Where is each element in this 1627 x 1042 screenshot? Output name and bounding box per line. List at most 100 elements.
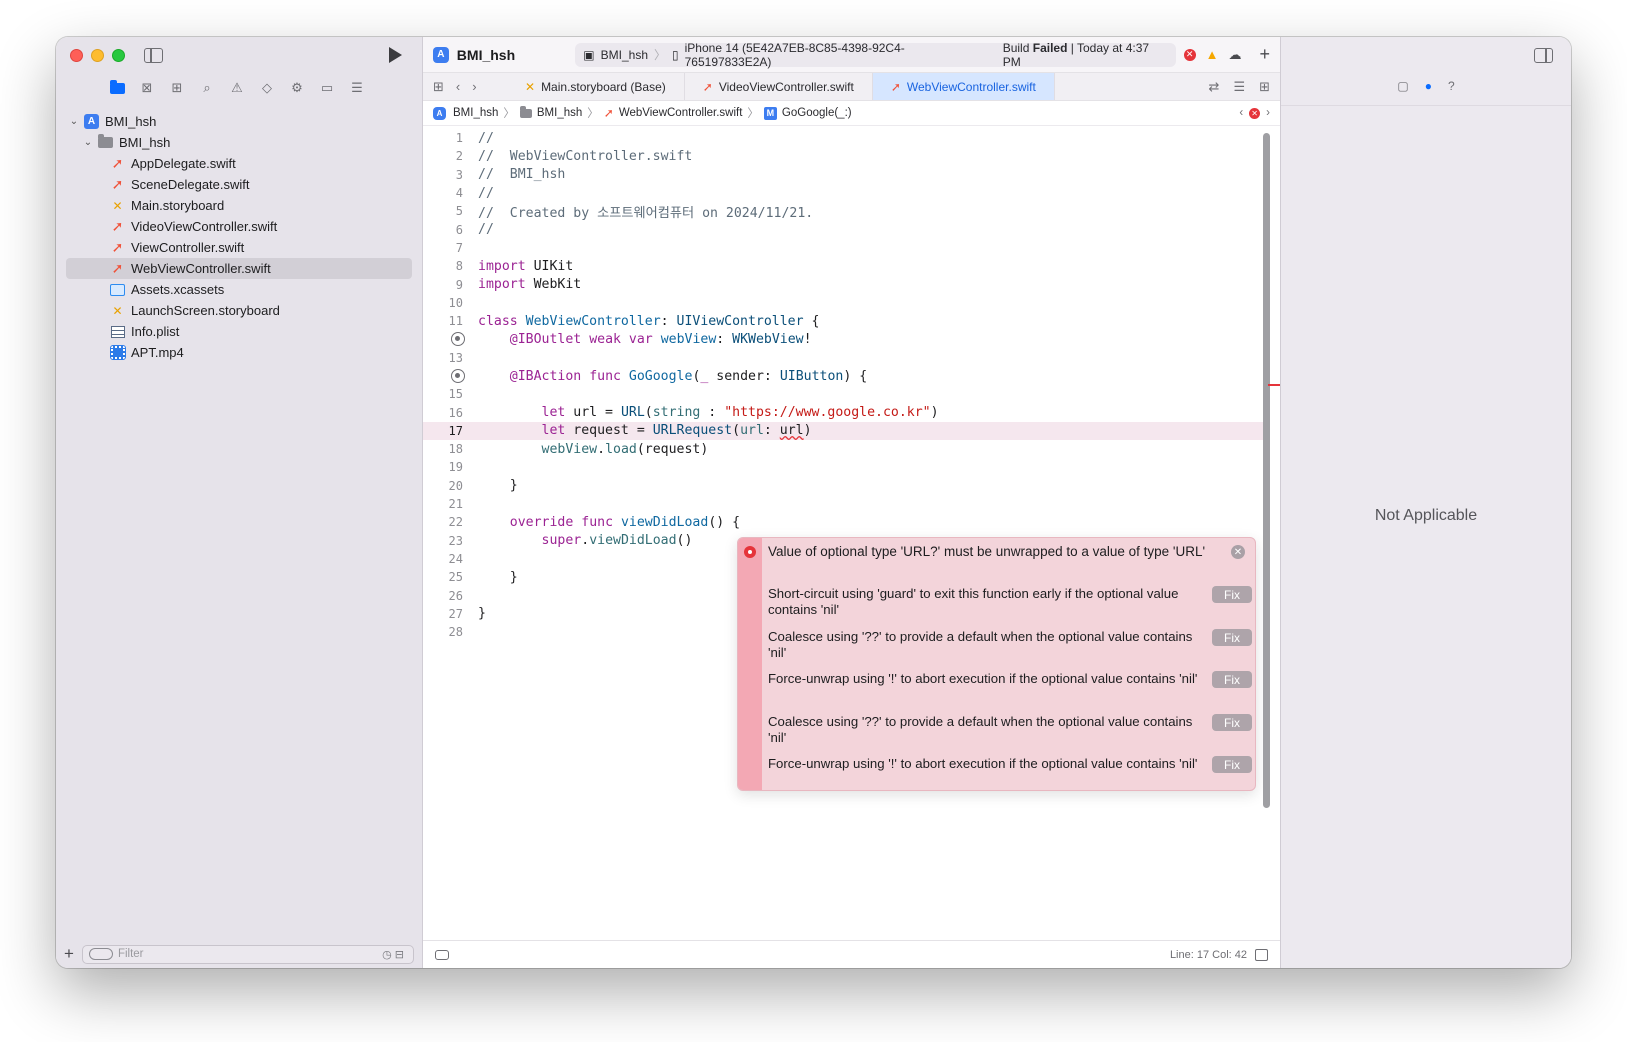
error-count-icon[interactable]: ✕	[1183, 48, 1196, 61]
tree-item-viewcontroller[interactable]: ➚ ViewController.swift	[56, 237, 422, 258]
report-navigator-icon[interactable]: ☰	[348, 79, 366, 97]
warning-icon[interactable]: ▲	[1206, 47, 1219, 62]
scheme-selector[interactable]: ▣ BMI_hsh 〉 ▯ iPhone 14 (5E42A7EB-8C85-4…	[575, 41, 1176, 69]
breadcrumb-project[interactable]: BMI_hsh	[453, 107, 498, 119]
tree-item-group[interactable]: ⌄ BMI_hsh	[56, 132, 422, 153]
source-control-navigator-icon[interactable]: ⊠	[138, 79, 156, 97]
code-line: 20 }	[448, 478, 518, 494]
code-line: 5// Created by 소프트웨어컴퓨터 on 2024/11/21.	[423, 202, 1263, 221]
editor-options-icon[interactable]: ☰	[1233, 79, 1245, 95]
tree-item-project[interactable]: ⌄ A BMI_hsh	[56, 111, 422, 132]
tree-item-webviewcontroller[interactable]: ➚ WebViewController.swift	[66, 258, 412, 279]
close-icon[interactable]: ✕	[1231, 545, 1245, 559]
project-icon: A	[84, 114, 99, 129]
recent-files-icon[interactable]: ◷⊟	[382, 948, 407, 961]
tree-item-label: Info.plist	[131, 324, 180, 339]
debug-navigator-icon[interactable]: ⚙	[288, 79, 306, 97]
tree-item-main-storyboard[interactable]: ✕ Main.storyboard	[56, 195, 422, 216]
code-text: // Created by 소프트웨어컴퓨터 on 2024/11/21.	[478, 205, 814, 221]
add-library-button[interactable]: +	[1259, 44, 1270, 65]
inspector-toggle-icon[interactable]	[1534, 48, 1553, 63]
tree-item-assets[interactable]: Assets.xcassets	[56, 279, 422, 300]
issue-navigator-icon[interactable]: ⚠	[228, 79, 246, 97]
find-navigator-icon[interactable]: ⌕	[198, 79, 216, 97]
symbol-navigator-icon[interactable]: ⊞	[168, 79, 186, 97]
breakpoint-navigator-icon[interactable]: ▭	[318, 79, 336, 97]
code-line: 3// BMI_hsh	[455, 167, 566, 183]
action-connection-icon[interactable]	[451, 368, 465, 383]
grid-icon[interactable]: ⊞	[433, 79, 444, 95]
tab-webviewcontroller[interactable]: ➚ WebViewController.swift	[872, 73, 1055, 100]
fix-description: Short-circuit using 'guard' to exit this…	[768, 586, 1179, 617]
breadcrumb-symbol[interactable]: GoGoogle(_:)	[782, 107, 852, 119]
window-controls	[70, 49, 125, 62]
tree-item-label: ViewController.swift	[131, 240, 245, 255]
code-line: 12 @IBOutlet weak var webView: WKWebView…	[423, 330, 1263, 348]
code-line: 1//	[455, 130, 494, 146]
breadcrumb-file[interactable]: WebViewController.swift	[619, 107, 743, 119]
forward-icon[interactable]: ›	[472, 79, 476, 94]
swift-file-icon: ➚	[702, 79, 713, 94]
tree-item-scenedelegate[interactable]: ➚ SceneDelegate.swift	[56, 174, 422, 195]
fix-suggestion: Force-unwrap using '!' to abort executio…	[768, 671, 1252, 688]
cloud-icon[interactable]: ☁	[1228, 47, 1241, 63]
fix-button[interactable]: Fix	[1212, 629, 1252, 646]
editor-options: ⇄ ☰ ⊞	[1199, 73, 1280, 100]
minimap-toggle-icon[interactable]	[435, 949, 449, 960]
vertical-scrollbar[interactable]	[1263, 133, 1270, 808]
history-inspector-icon[interactable]: ●	[1425, 79, 1432, 93]
tree-item-label: WebViewController.swift	[131, 261, 271, 276]
run-icon[interactable]	[389, 47, 402, 63]
tab-videoviewcontroller[interactable]: ➚ VideoViewController.swift	[685, 73, 873, 100]
project-navigator-icon[interactable]	[108, 79, 126, 97]
folder-icon	[519, 105, 532, 118]
storyboard-file-icon: ✕	[525, 79, 536, 94]
fix-button[interactable]: Fix	[1212, 756, 1252, 773]
breadcrumb-group[interactable]: BMI_hsh	[537, 107, 582, 119]
code-line: 15	[448, 387, 463, 402]
tree-item-apt-mp4[interactable]: APT.mp4	[56, 342, 422, 363]
close-window-button[interactable]	[70, 49, 83, 62]
storyboard-file-icon: ✕	[112, 198, 123, 213]
tree-item-videoviewcontroller[interactable]: ➚ VideoViewController.swift	[56, 216, 422, 237]
source-editor[interactable]: 1// 2// WebViewController.swift 3// BMI_…	[423, 129, 1263, 901]
split-editor-icon[interactable]: ⊞	[1259, 79, 1270, 95]
debug-area-toggle-icon[interactable]	[1255, 948, 1268, 961]
fix-button[interactable]: Fix	[1212, 586, 1252, 603]
file-inspector-icon[interactable]: ▢	[1397, 79, 1408, 93]
tree-item-launchscreen[interactable]: ✕ LaunchScreen.storyboard	[56, 300, 422, 321]
fix-description: Coalesce using '??' to provide a default…	[768, 629, 1193, 660]
swift-file-icon: ➚	[890, 79, 901, 94]
sidebar-toggle-icon[interactable]	[144, 48, 163, 63]
tree-item-info-plist[interactable]: Info.plist	[56, 321, 422, 342]
device-icon: ▯	[672, 47, 679, 62]
filter-options-icon[interactable]	[88, 948, 113, 960]
previous-issue-icon[interactable]: ‹	[1239, 107, 1243, 119]
fix-button[interactable]: Fix	[1212, 671, 1252, 688]
window-toolbar: A BMI_hsh ▣ BMI_hsh 〉 ▯ iPhone 14 (5E42A…	[423, 37, 1280, 73]
tree-item-label: SceneDelegate.swift	[131, 177, 250, 192]
minimize-window-button[interactable]	[91, 49, 104, 62]
test-navigator-icon[interactable]: ◇	[258, 79, 276, 97]
swap-icon[interactable]: ⇄	[1209, 79, 1220, 95]
tab-main-storyboard[interactable]: ✕ Main.storyboard (Base)	[507, 73, 685, 100]
code-line: 9 import WebKit	[455, 277, 582, 293]
chevron-right-icon: 〉	[654, 48, 667, 62]
error-icon	[744, 546, 756, 558]
storyboard-file-icon: ✕	[112, 303, 123, 318]
navigator-filter-field[interactable]: Filter ◷⊟	[81, 944, 414, 964]
back-icon[interactable]: ‹	[456, 79, 460, 94]
scheme-name[interactable]: BMI_hsh	[601, 48, 648, 62]
run-destination[interactable]: iPhone 14 (5E42A7EB-8C85-4398-92C4-76519…	[685, 41, 987, 69]
chevron-down-icon[interactable]: ⌄	[82, 137, 94, 148]
add-file-button[interactable]: +	[64, 944, 74, 964]
help-inspector-icon[interactable]: ?	[1448, 79, 1455, 93]
code-line: 6//	[455, 222, 494, 238]
error-icon[interactable]: ✕	[1249, 107, 1261, 119]
chevron-down-icon[interactable]: ⌄	[68, 116, 80, 127]
issue-stepper: ‹ ✕ ›	[1239, 107, 1270, 119]
tree-item-appdelegate[interactable]: ➚ AppDelegate.swift	[56, 153, 422, 174]
next-issue-icon[interactable]: ›	[1266, 107, 1270, 119]
zoom-window-button[interactable]	[112, 49, 125, 62]
fix-button[interactable]: Fix	[1212, 714, 1252, 731]
